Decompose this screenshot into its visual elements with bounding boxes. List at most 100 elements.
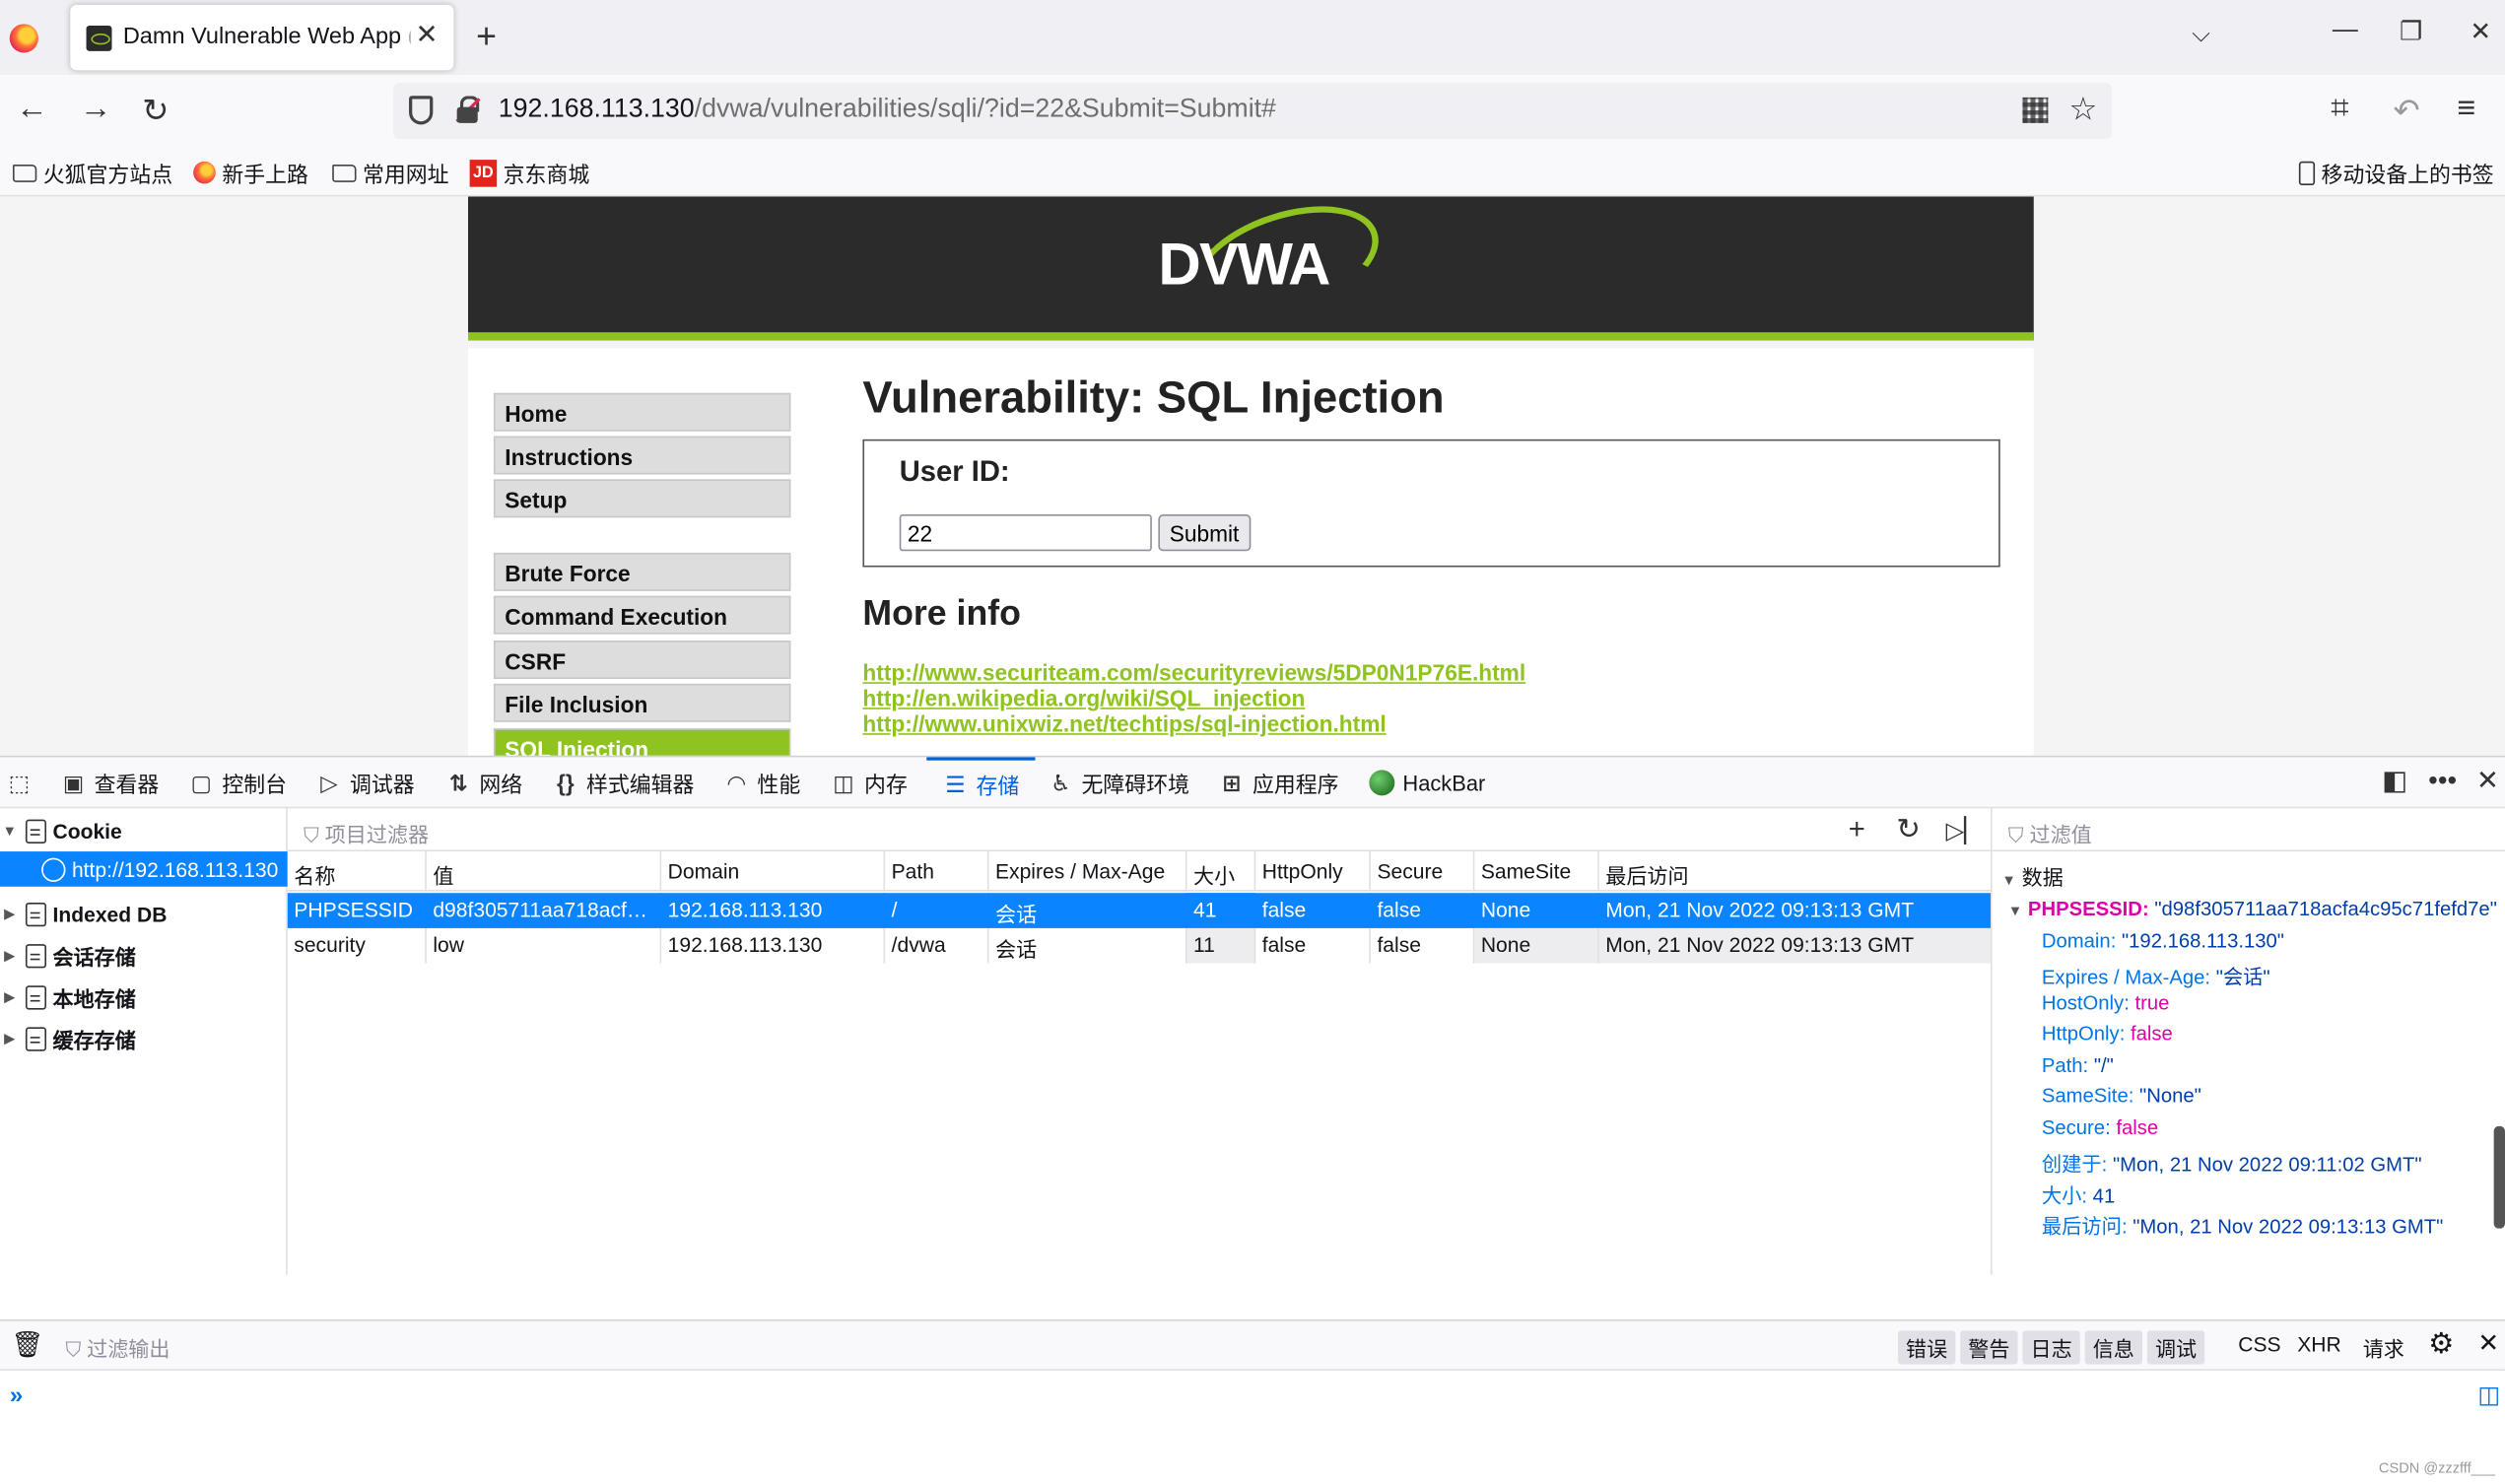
menu-instructions[interactable]: Instructions — [493, 436, 791, 475]
submit-button[interactable]: Submit — [1158, 514, 1251, 552]
menu-icon[interactable]: ≡ — [2457, 91, 2475, 127]
link-unixwiz[interactable]: http://www.unixwiz.net/techtips/sql-inje… — [862, 710, 1386, 736]
list-tabs-chevron-icon[interactable]: ⌵ — [2192, 21, 2209, 48]
link-wikipedia[interactable]: http://en.wikipedia.org/wiki/SQL_injecti… — [862, 685, 1305, 710]
sidebar-prop[interactable]: HttpOnly: false — [2042, 1023, 2173, 1046]
filter-errors-button[interactable]: 错误 — [1897, 1330, 1956, 1365]
col-path[interactable]: Path — [885, 851, 989, 890]
sidebar-prop[interactable]: HostOnly: true — [2042, 992, 2170, 1015]
window-close-icon[interactable]: ✕ — [2470, 16, 2491, 47]
col-size[interactable]: 大小 — [1187, 851, 1256, 890]
tab-network[interactable]: ⇅ 网络 — [445, 757, 522, 808]
console-close-icon[interactable]: ✕ — [2470, 1326, 2505, 1362]
shield-icon[interactable] — [409, 96, 434, 125]
menu-setup[interactable]: Setup — [493, 479, 791, 518]
restore-icon[interactable]: ❐ — [2400, 16, 2422, 47]
col-httponly[interactable]: HttpOnly — [1255, 851, 1371, 890]
tab-storage[interactable]: ☰ 存储 — [926, 757, 1036, 808]
menu-sql-injection[interactable]: SQL Injection — [493, 728, 791, 756]
sidebar-section-data[interactable]: ▼ 数据 — [2001, 861, 2064, 892]
bookmark-mobile[interactable]: 移动设备上的书签 — [2298, 157, 2494, 188]
tree-cache-storage[interactable]: ▶ 缓存存储 — [0, 1021, 288, 1056]
sidebar-prop[interactable]: Domain: "192.168.113.130" — [2042, 930, 2284, 953]
toggle-sidebar-icon[interactable]: ▷▏ — [1946, 816, 1983, 845]
table-row[interactable]: PHPSESSID d98f305711aa718acfa... 192.168… — [287, 893, 1991, 928]
tab-console[interactable]: ▢ 控制台 — [188, 757, 287, 808]
sidebar-scrollbar[interactable] — [2493, 1125, 2505, 1229]
filter-requests-button[interactable]: 请求 — [2355, 1330, 2412, 1364]
tab-memory[interactable]: ◫ 内存 — [831, 757, 908, 808]
menu-command-execution[interactable]: Command Execution — [493, 595, 791, 635]
tab-hackbar[interactable]: HackBar — [1369, 757, 1485, 808]
menu-csrf[interactable]: CSRF — [493, 641, 791, 679]
table-filter-input[interactable]: ⛉ 项目过滤器 — [304, 818, 429, 848]
sidebar-prop[interactable]: Expires / Max-Age: "会话" — [2042, 960, 2270, 990]
minimize-icon[interactable]: — — [2333, 16, 2358, 44]
tree-indexed-db[interactable]: ▶ Indexed DB — [0, 896, 288, 931]
dock-side-icon[interactable]: ◧ — [2382, 766, 2407, 797]
lock-icon[interactable] — [455, 96, 481, 124]
tab-accessibility[interactable]: ♿ 无障碍环境 — [1048, 757, 1189, 808]
tab-style-editor[interactable]: {} 样式编辑器 — [553, 757, 694, 808]
tab-dvwa[interactable]: Damn Vulnerable Web App (D ✕ — [70, 4, 454, 71]
reload-icon[interactable]: ↻ — [142, 91, 169, 131]
crop-icon[interactable]: ⌗ — [2331, 91, 2348, 127]
bookmark-getting-started[interactable]: 新手上路 — [193, 157, 308, 188]
console-filter-input[interactable]: ⛉ 过滤输出 — [57, 1330, 177, 1364]
new-tab-icon[interactable]: + — [476, 16, 497, 57]
tab-inspector[interactable]: ▣ 查看器 — [61, 757, 159, 808]
sidebar-main-entry[interactable]: ▼ PHPSESSID: "d98f305711aa718acfa4c95c71… — [2008, 898, 2497, 920]
sidebar-filter-input[interactable]: ⛉ 过滤值 — [2008, 818, 2092, 848]
tab-debugger[interactable]: ▷ 调试器 — [316, 757, 414, 808]
trash-icon[interactable]: 🗑 — [3, 1327, 51, 1363]
sidebar-prop[interactable]: Path: "/" — [2042, 1054, 2114, 1077]
element-picker-icon[interactable]: ⬚ — [6, 757, 32, 808]
sidebar-prop[interactable]: SameSite: "None" — [2042, 1085, 2201, 1108]
console-prompt-icon[interactable]: » — [10, 1382, 24, 1409]
url-text[interactable]: 192.168.113.130/dvwa/vulnerabilities/sql… — [499, 95, 1276, 125]
filter-debug-button[interactable]: 调试 — [2146, 1330, 2205, 1365]
undo-icon[interactable]: ↶ — [2394, 91, 2420, 131]
menu-home[interactable]: Home — [493, 392, 791, 432]
col-samesite[interactable]: SameSite — [1474, 851, 1599, 890]
tree-local-storage[interactable]: ▶ 本地存储 — [0, 979, 288, 1015]
bookmark-jd[interactable]: JD 京东商城 — [469, 157, 589, 188]
sidebar-prop[interactable]: 最后访问: "Mon, 21 Nov 2022 09:13:13 GMT" — [2042, 1209, 2444, 1240]
tree-session-storage[interactable]: ▶ 会话存储 — [0, 938, 288, 974]
col-expires[interactable]: Expires / Max-Age — [989, 851, 1187, 890]
tree-cookie-host[interactable]: http://192.168.113.130 — [0, 851, 288, 887]
firefox-logo-icon[interactable] — [9, 24, 38, 53]
link-securiteam[interactable]: http://www.securiteam.com/securityreview… — [862, 660, 1525, 686]
devtools-close-icon[interactable]: ✕ — [2476, 766, 2499, 797]
qr-code-icon[interactable] — [2022, 97, 2049, 123]
filter-css-button[interactable]: CSS — [2230, 1330, 2289, 1358]
forward-arrow-icon[interactable]: → — [80, 91, 111, 127]
filter-info-button[interactable]: 信息 — [2084, 1330, 2143, 1365]
tree-cookie[interactable]: ▼ Cookie — [0, 813, 288, 848]
menu-brute-force[interactable]: Brute Force — [493, 552, 791, 591]
add-item-icon[interactable]: + — [1849, 813, 1865, 846]
col-domain[interactable]: Domain — [661, 851, 886, 890]
sidebar-prop[interactable]: Secure: false — [2042, 1116, 2158, 1139]
editor-mode-icon[interactable]: ◫ — [2470, 1379, 2505, 1410]
user-id-input[interactable] — [899, 514, 1152, 552]
back-arrow-icon[interactable]: ← — [16, 91, 47, 127]
menu-file-inclusion[interactable]: File Inclusion — [493, 683, 791, 722]
filter-xhr-button[interactable]: XHR — [2289, 1330, 2349, 1358]
sidebar-prop[interactable]: 大小: 41 — [2042, 1179, 2115, 1209]
bookmark-common-sites[interactable]: 常用网址 — [332, 157, 449, 188]
sidebar-prop[interactable]: 创建于: "Mon, 21 Nov 2022 09:11:02 GMT" — [2042, 1147, 2422, 1178]
tab-performance[interactable]: ◠ 性能 — [723, 757, 801, 808]
col-last-accessed[interactable]: 最后访问 — [1599, 851, 1991, 890]
more-options-icon[interactable]: ••• — [2428, 766, 2457, 797]
star-icon[interactable]: ☆ — [2068, 90, 2097, 130]
table-row[interactable]: security low 192.168.113.130 /dvwa 会话 11… — [288, 927, 1991, 964]
col-secure[interactable]: Secure — [1371, 851, 1475, 890]
filter-warnings-button[interactable]: 警告 — [1960, 1330, 2018, 1365]
col-value[interactable]: 值 — [427, 851, 662, 890]
refresh-icon[interactable]: ↻ — [1896, 813, 1920, 846]
filter-logs-button[interactable]: 日志 — [2022, 1330, 2080, 1365]
gear-icon[interactable]: ⚙ — [2420, 1326, 2462, 1363]
bookmark-firefox-official[interactable]: 火狐官方站点 — [12, 157, 172, 188]
col-name[interactable]: 名称 — [288, 851, 427, 890]
